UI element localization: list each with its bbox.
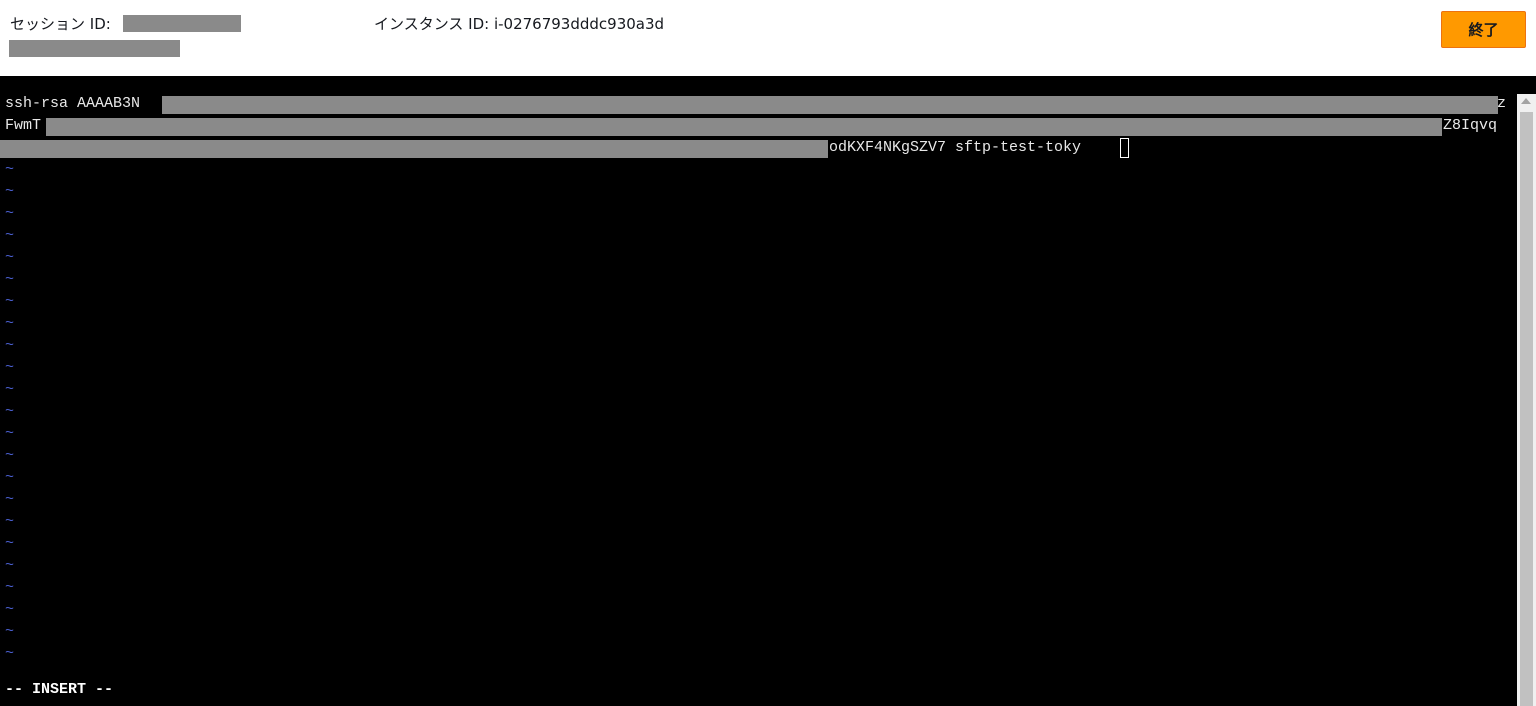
- empty-line-marker: ~: [5, 315, 15, 332]
- vim-mode-indicator: -- INSERT --: [5, 681, 114, 698]
- terminal-line-1-start: ssh-rsa AAAAB3N: [5, 95, 141, 112]
- empty-line-marker: ~: [5, 491, 15, 508]
- text-cursor: [1120, 138, 1129, 158]
- empty-line-marker: ~: [5, 535, 15, 552]
- redacted-session-id: [123, 15, 241, 32]
- redacted-key-segment-3: [0, 140, 828, 158]
- redacted-session-id-continued: [9, 40, 180, 57]
- empty-line-marker: ~: [5, 183, 15, 200]
- empty-line-marker: ~: [5, 271, 15, 288]
- terminal-screen[interactable]: ssh-rsa AAAAB3N z FwmT Z8Iqvq odKXF4NKgS…: [0, 76, 1536, 706]
- terminal-line-1-end: z: [1497, 95, 1507, 112]
- empty-line-marker: ~: [5, 337, 15, 354]
- empty-line-marker: ~: [5, 557, 15, 574]
- empty-line-marker: ~: [5, 645, 15, 662]
- terminal-scrollbar[interactable]: [1517, 94, 1536, 706]
- session-id-label: セッション ID:: [10, 15, 111, 33]
- terminal-line-2-start: FwmT: [5, 117, 42, 134]
- empty-line-marker: ~: [5, 513, 15, 530]
- terminal-line-2-end: Z8Iqvq: [1443, 117, 1498, 134]
- scrollbar-thumb[interactable]: [1520, 112, 1533, 706]
- empty-line-marker: ~: [5, 227, 15, 244]
- empty-line-marker: ~: [5, 623, 15, 640]
- empty-line-marker: ~: [5, 447, 15, 464]
- instance-id-label: インスタンス ID: i-0276793dddc930a3d: [374, 15, 665, 33]
- empty-line-marker: ~: [5, 359, 15, 376]
- empty-line-marker: ~: [5, 293, 15, 310]
- redacted-key-segment-2: [46, 118, 1442, 136]
- empty-line-marker: ~: [5, 425, 15, 442]
- empty-line-marker: ~: [5, 249, 15, 266]
- redacted-key-segment-1: [162, 96, 1498, 114]
- terminate-button[interactable]: 終了: [1441, 11, 1526, 48]
- empty-line-marker: ~: [5, 601, 15, 618]
- empty-line-marker: ~: [5, 403, 15, 420]
- session-header: セッション ID: インスタンス ID: i-0276793dddc930a3d…: [0, 0, 1536, 76]
- scroll-up-arrow-icon[interactable]: [1521, 98, 1531, 104]
- empty-line-marker: ~: [5, 161, 15, 178]
- empty-line-marker: ~: [5, 469, 15, 486]
- empty-line-marker: ~: [5, 381, 15, 398]
- terminal-line-3-end: odKXF4NKgSZV7 sftp-test-toky: [829, 139, 1082, 156]
- empty-line-marker: ~: [5, 579, 15, 596]
- empty-line-marker: ~: [5, 205, 15, 222]
